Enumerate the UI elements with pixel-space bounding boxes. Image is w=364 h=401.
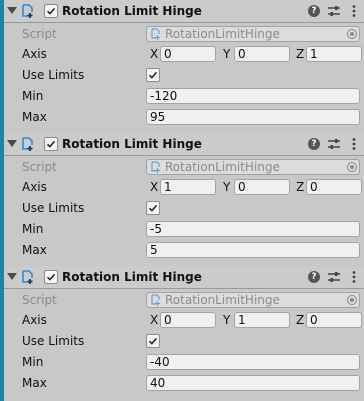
rotation-limit-hinge-component: Rotation Limit Hinge ? Script RotationLi… — [4, 133, 364, 266]
axis-z-field[interactable]: 0 — [306, 312, 362, 328]
axis-x-field[interactable]: 1 — [160, 179, 216, 195]
axis-z-label: Z — [296, 180, 305, 194]
max-label: Max — [22, 110, 47, 124]
help-icon[interactable]: ? — [306, 269, 322, 285]
script-icon — [150, 161, 162, 173]
component-enabled-checkbox[interactable] — [44, 4, 58, 18]
min-field[interactable]: -120 — [146, 88, 360, 104]
axis-z-label: Z — [296, 47, 305, 61]
script-value: RotationLimitHinge — [165, 160, 280, 174]
script-label: Script — [22, 27, 57, 41]
use-limits-checkbox[interactable] — [146, 201, 160, 215]
axis-row: Axis X 0 Y 0 Z 1 — [4, 44, 364, 64]
component-enabled-checkbox[interactable] — [44, 270, 58, 284]
axis-label: Axis — [22, 180, 47, 194]
component-enabled-checkbox[interactable] — [44, 137, 58, 151]
component-title: Rotation Limit Hinge — [62, 270, 202, 284]
use-limits-checkbox[interactable] — [146, 334, 160, 348]
component-title: Rotation Limit Hinge — [62, 4, 202, 18]
min-field[interactable]: -5 — [146, 221, 360, 237]
inspector-panel: Rotation Limit Hinge ? Script RotationLi… — [0, 0, 364, 401]
kebab-menu-icon[interactable] — [346, 136, 362, 152]
axis-z-field[interactable]: 0 — [306, 179, 362, 195]
axis-row: Axis X 0 Y 1 Z 0 — [4, 310, 364, 330]
use-limits-label: Use Limits — [22, 334, 85, 348]
max-field[interactable]: 5 — [146, 242, 360, 258]
axis-x-field[interactable]: 0 — [160, 312, 216, 328]
axis-z-label: Z — [296, 313, 305, 327]
max-label: Max — [22, 376, 47, 390]
max-row: Max 40 — [4, 373, 364, 393]
use-limits-row: Use Limits — [4, 198, 364, 218]
preset-icon[interactable] — [326, 136, 342, 152]
script-label: Script — [22, 160, 57, 174]
axis-z-field[interactable]: 1 — [306, 46, 362, 62]
component-header[interactable]: Rotation Limit Hinge ? — [4, 266, 364, 289]
min-row: Min -120 — [4, 86, 364, 106]
max-field[interactable]: 95 — [146, 109, 360, 125]
use-limits-label: Use Limits — [22, 201, 85, 215]
script-object-field[interactable]: RotationLimitHinge — [146, 159, 360, 175]
min-label: Min — [22, 89, 44, 103]
preset-icon[interactable] — [326, 3, 342, 19]
axis-y-label: Y — [223, 313, 231, 327]
axis-x-label: X — [150, 47, 159, 61]
script-icon — [20, 136, 36, 152]
component-header[interactable]: Rotation Limit Hinge ? — [4, 0, 364, 23]
max-label: Max — [22, 243, 47, 257]
script-icon — [20, 3, 36, 19]
axis-y-field[interactable]: 0 — [234, 46, 290, 62]
script-row: Script RotationLimitHinge — [4, 24, 364, 44]
target-icon[interactable] — [347, 29, 357, 39]
axis-y-field[interactable]: 1 — [234, 312, 290, 328]
rotation-limit-hinge-component: Rotation Limit Hinge ? Script RotationLi… — [4, 0, 364, 133]
target-icon[interactable] — [347, 162, 357, 172]
help-icon[interactable]: ? — [306, 3, 322, 19]
axis-label: Axis — [22, 313, 47, 327]
script-row: Script RotationLimitHinge — [4, 290, 364, 310]
script-object-field[interactable]: RotationLimitHinge — [146, 26, 360, 42]
min-row: Min -40 — [4, 352, 364, 372]
use-limits-row: Use Limits — [4, 65, 364, 85]
axis-x-field[interactable]: 0 — [160, 46, 216, 62]
use-limits-row: Use Limits — [4, 331, 364, 351]
axis-y-label: Y — [223, 47, 231, 61]
kebab-menu-icon[interactable] — [346, 269, 362, 285]
script-label: Script — [22, 293, 57, 307]
axis-y-field[interactable]: 0 — [234, 179, 290, 195]
target-icon[interactable] — [347, 295, 357, 305]
axis-row: Axis X 1 Y 0 Z 0 — [4, 177, 364, 197]
max-field[interactable]: 40 — [146, 375, 360, 391]
use-limits-label: Use Limits — [22, 68, 85, 82]
component-title: Rotation Limit Hinge — [62, 137, 202, 151]
script-icon — [150, 28, 162, 40]
component-header[interactable]: Rotation Limit Hinge ? — [4, 133, 364, 156]
axis-label: Axis — [22, 47, 47, 61]
script-icon — [150, 294, 162, 306]
chevron-down-icon[interactable] — [7, 273, 17, 280]
script-icon — [20, 269, 36, 285]
script-row: Script RotationLimitHinge — [4, 157, 364, 177]
chevron-down-icon[interactable] — [7, 7, 17, 14]
script-value: RotationLimitHinge — [165, 293, 280, 307]
axis-x-label: X — [150, 313, 159, 327]
kebab-menu-icon[interactable] — [346, 3, 362, 19]
chevron-down-icon[interactable] — [7, 140, 17, 147]
preset-icon[interactable] — [326, 269, 342, 285]
axis-x-label: X — [150, 180, 159, 194]
max-row: Max 95 — [4, 107, 364, 127]
min-field[interactable]: -40 — [146, 354, 360, 370]
script-value: RotationLimitHinge — [165, 27, 280, 41]
use-limits-checkbox[interactable] — [146, 68, 160, 82]
min-row: Min -5 — [4, 219, 364, 239]
max-row: Max 5 — [4, 240, 364, 260]
rotation-limit-hinge-component: Rotation Limit Hinge ? Script RotationLi… — [4, 266, 364, 399]
min-label: Min — [22, 355, 44, 369]
script-object-field[interactable]: RotationLimitHinge — [146, 292, 360, 308]
help-icon[interactable]: ? — [306, 136, 322, 152]
min-label: Min — [22, 222, 44, 236]
axis-y-label: Y — [223, 180, 231, 194]
